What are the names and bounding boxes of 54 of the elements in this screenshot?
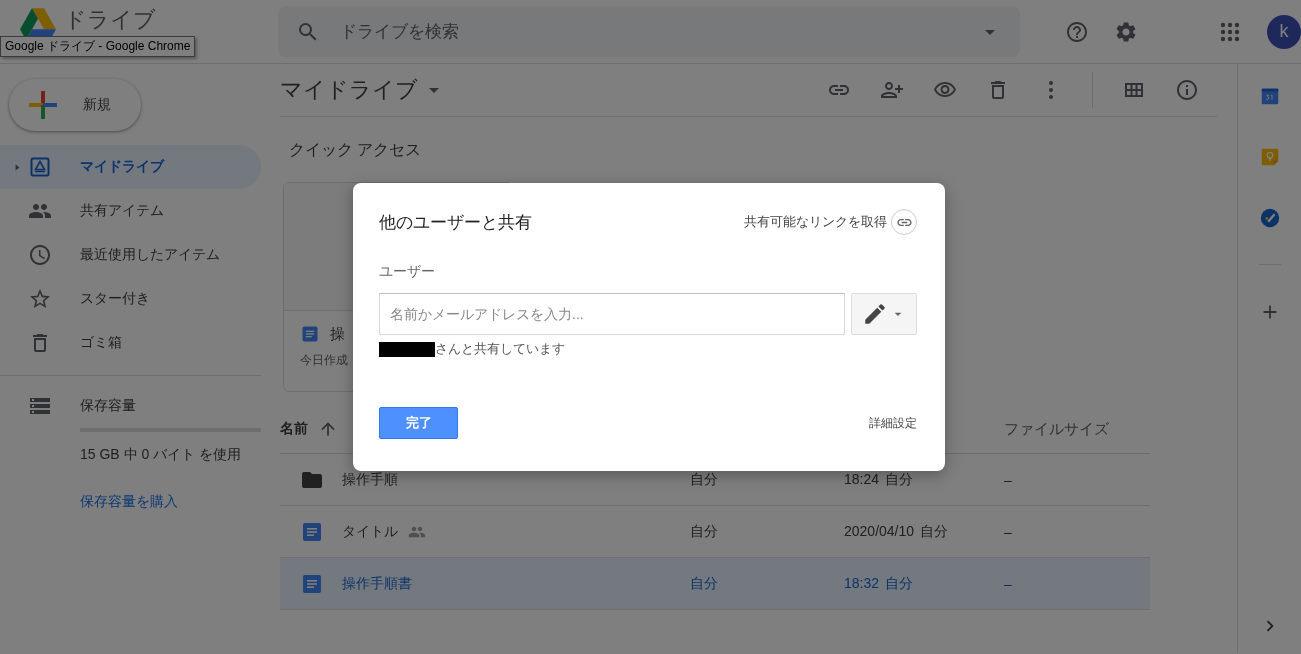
owner-cell: 自分 <box>690 522 718 539</box>
drive-icon <box>28 155 52 179</box>
modified-time-cell: 2020/04/10 <box>844 522 915 541</box>
file-row[interactable]: 操作手順書 自分 18:32 自分 – <box>280 558 1150 610</box>
help-icon[interactable] <box>1065 19 1089 44</box>
dialog-title: 他のユーザーと共有 <box>379 211 532 234</box>
buy-storage-link[interactable]: 保存容量を購入 <box>80 493 270 511</box>
modified-by-cell: 自分 <box>920 522 949 541</box>
column-header[interactable]: ファイルサイズ <box>1004 419 1109 437</box>
file-size-cell: – <box>1004 471 1012 488</box>
search-input[interactable]: ドライブを検索 <box>338 20 960 43</box>
nav-item[interactable]: 共有アイテム <box>0 189 261 233</box>
file-name: 操 <box>330 324 345 344</box>
file-size-cell: – <box>1004 523 1012 540</box>
folder-title-dropdown[interactable]: マイドライブ <box>280 75 446 105</box>
file-meta: 今日作成 <box>300 352 349 369</box>
section-heading: クイック アクセス <box>288 140 423 160</box>
file-name: 操作手順 <box>342 470 398 489</box>
modified-time-cell: 18:24 <box>844 470 880 489</box>
storage-label: 保存容量 <box>80 397 136 415</box>
done-button[interactable]: 完了 <box>379 407 458 439</box>
nav-item[interactable]: スター付き <box>0 277 261 321</box>
modified-by-cell: 自分 <box>885 470 914 489</box>
shared-with-text: さんと共有しています <box>435 340 565 358</box>
file-size-cell: – <box>1004 575 1012 592</box>
new-button[interactable]: 新規 <box>9 79 141 131</box>
clock-icon <box>28 243 52 267</box>
nav-item[interactable]: マイドライブ <box>0 145 261 189</box>
name-or-email-input[interactable]: 名前かメールアドレスを入力... <box>379 293 846 335</box>
info-icon[interactable] <box>1175 78 1199 102</box>
window-tooltip: Google ドライブ - Google Chrome <box>0 36 196 57</box>
storage-usage-text: 15 GB 中 0 バイト を使用 <box>80 446 243 464</box>
modified-time-cell: 18:32 <box>844 574 880 593</box>
search-field[interactable]: ドライブを検索 <box>278 6 1020 57</box>
advanced-settings-link[interactable]: 詳細設定 <box>869 414 917 432</box>
permission-dropdown[interactable] <box>851 293 917 335</box>
field-label: ユーザー <box>379 263 436 281</box>
column-header[interactable]: 名前 <box>280 420 308 438</box>
product-name: ドライブ <box>64 8 156 32</box>
modified-by-cell: 自分 <box>885 574 914 593</box>
expand-arrow-icon[interactable] <box>13 162 21 172</box>
document-icon <box>300 324 320 344</box>
get-link-link[interactable]: 共有可能なリンクを取得 <box>744 213 887 231</box>
file-name: 操作手順書 <box>342 574 412 593</box>
nav-item[interactable]: ゴミ箱 <box>0 321 261 365</box>
nav-item[interactable]: 最近使用したアイテム <box>0 233 261 277</box>
file-name: タイトル <box>342 522 398 541</box>
checkmark-circle-icon[interactable] <box>1258 207 1281 229</box>
settings-icon[interactable] <box>1114 19 1138 44</box>
redacted-block <box>379 341 435 357</box>
star-icon <box>28 287 52 311</box>
owner-cell: 自分 <box>690 574 718 591</box>
owner-cell: 自分 <box>690 470 718 487</box>
avatar[interactable]: k <box>1267 14 1301 49</box>
